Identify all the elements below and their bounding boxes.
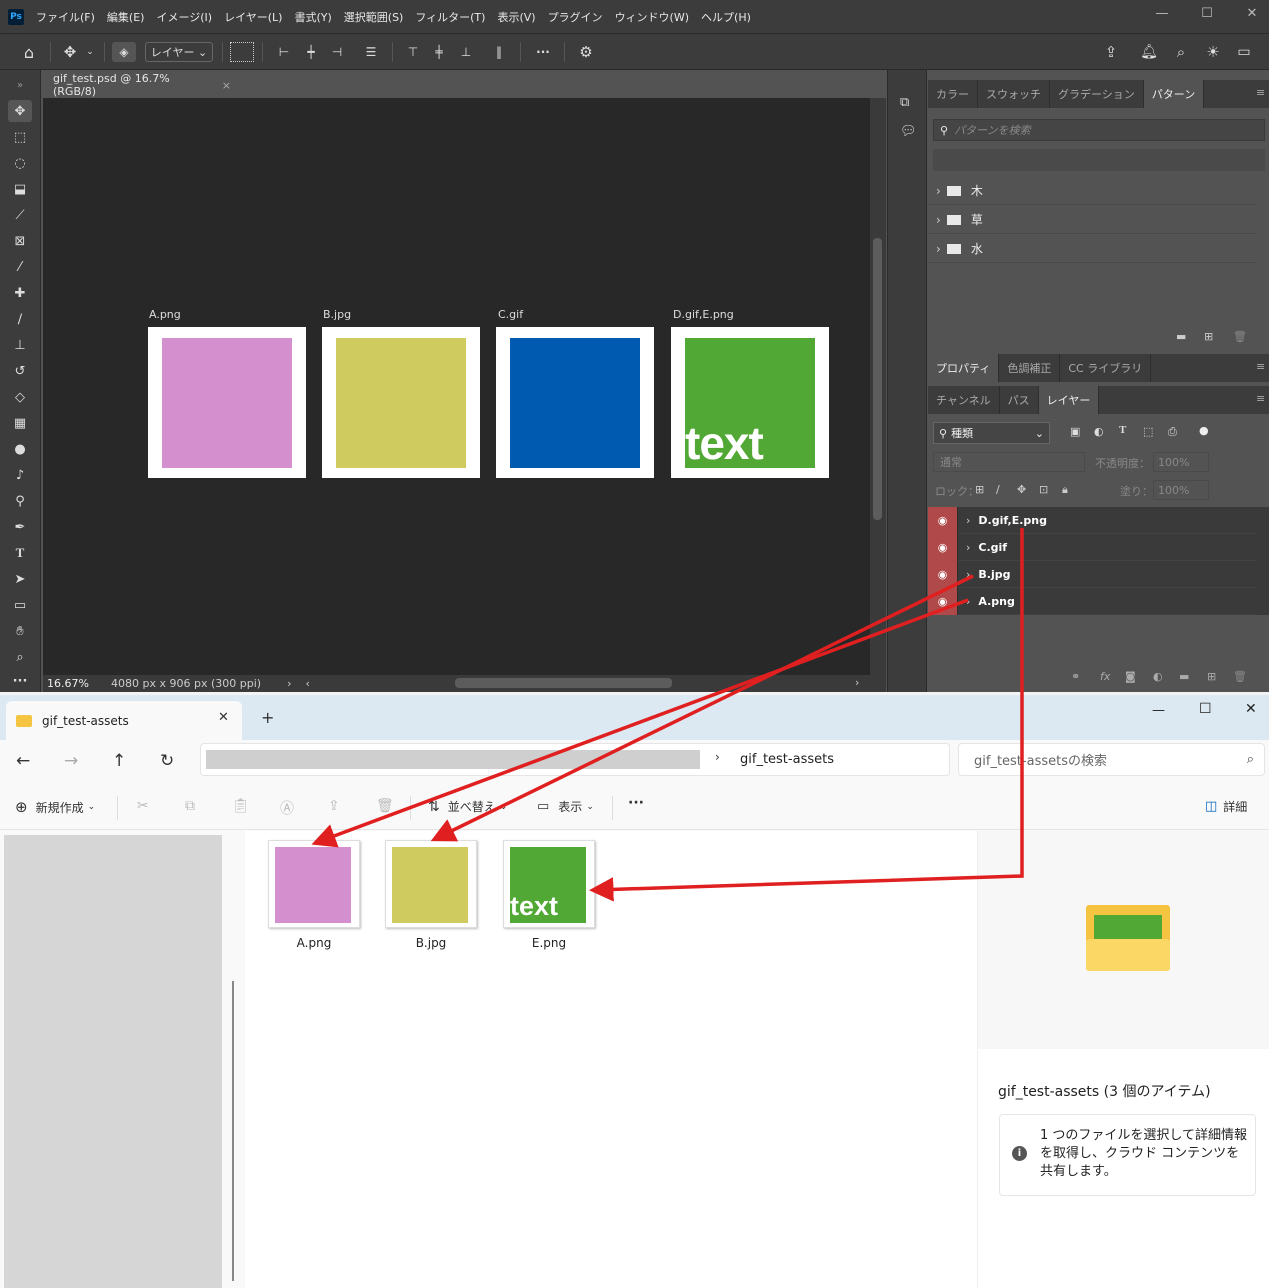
arrow-a-png — [311, 598, 969, 848]
arrow-b-jpg — [430, 574, 974, 842]
annotation-arrows — [311, 528, 1024, 902]
